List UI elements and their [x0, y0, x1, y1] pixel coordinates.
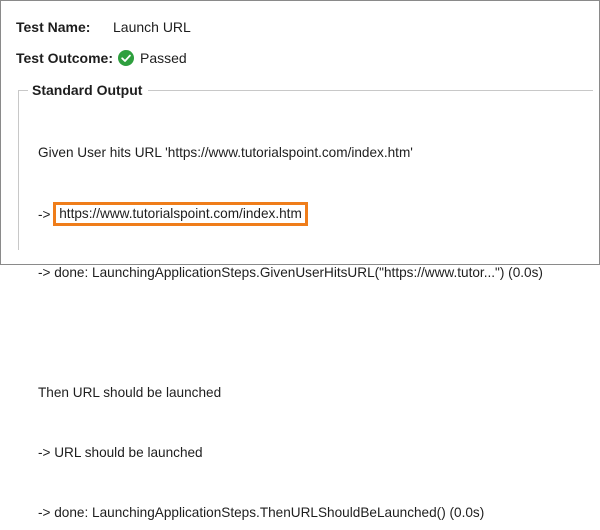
arrow-prefix: ->	[38, 207, 55, 222]
test-outcome-label: Test Outcome:	[16, 50, 113, 66]
test-outcome-value: Passed	[139, 50, 187, 66]
output-line: Then URL should be launched	[38, 385, 222, 400]
standard-output-text[interactable]: Given User hits URL 'https://www.tutoria…	[38, 103, 543, 530]
check-circle-icon	[117, 50, 134, 66]
output-line: Given User hits URL 'https://www.tutoria…	[38, 145, 413, 160]
test-name-row: Test Name: Launch URL	[16, 17, 191, 37]
test-name-label: Test Name:	[16, 19, 91, 35]
output-line: -> done: LaunchingApplicationSteps.Given…	[38, 265, 543, 280]
test-name-value: Launch URL	[113, 19, 191, 35]
output-line-highlighted: -> https://www.tutorialspoint.com/index.…	[38, 202, 543, 226]
standard-output-title: Standard Output	[28, 80, 149, 100]
output-line: -> done: LaunchingApplicationSteps.ThenU…	[38, 505, 485, 520]
test-outcome-row: Test Outcome: Passed	[16, 48, 187, 68]
output-line: -> URL should be launched	[38, 445, 203, 460]
highlighted-url: https://www.tutorialspoint.com/index.htm	[53, 202, 308, 226]
